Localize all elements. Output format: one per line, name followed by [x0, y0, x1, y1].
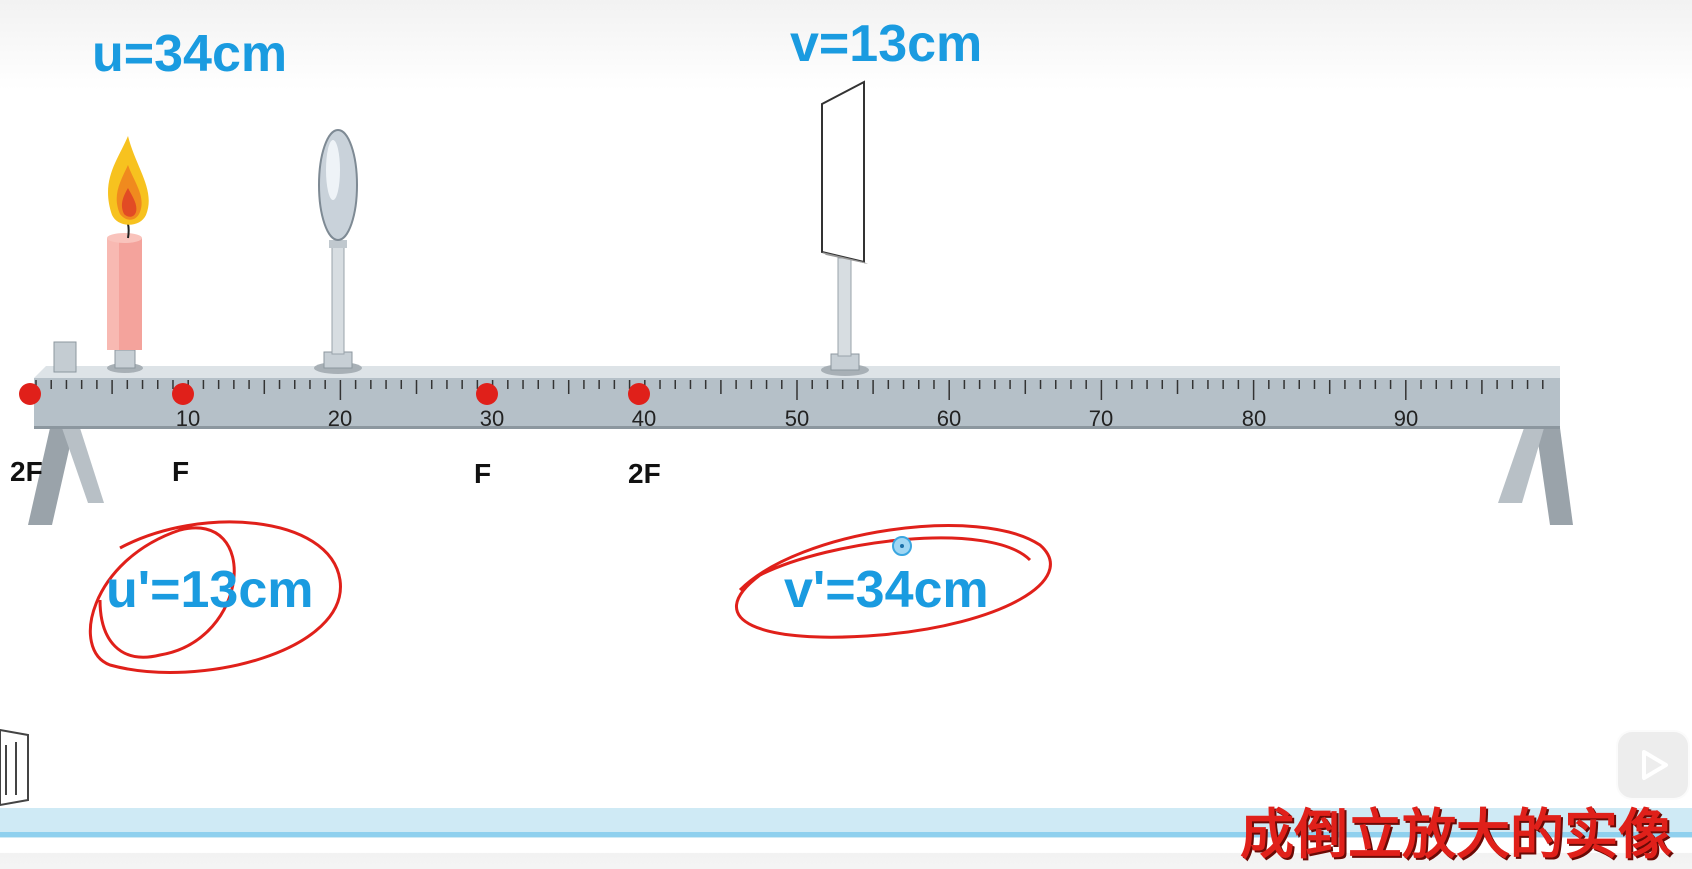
focal-label-2f-left: 2F	[10, 456, 43, 487]
bench-end-post	[53, 341, 77, 373]
marker-f-right	[476, 383, 498, 405]
corner-decor	[0, 728, 29, 807]
marker-2f-right	[628, 383, 650, 405]
bench-leg-right	[1498, 428, 1573, 525]
tick-label-30: 30	[479, 406, 505, 431]
marker-f-left	[172, 383, 194, 405]
bench-top	[34, 366, 1560, 378]
tick-label-60: 60	[936, 406, 962, 431]
new-object-distance-label: u'=13cm	[106, 561, 314, 619]
tick-label-90: 90	[1393, 406, 1419, 431]
tick-label-70: 70	[1088, 406, 1114, 431]
focal-label-f-left: F	[172, 456, 190, 487]
play-button[interactable]	[1616, 730, 1690, 800]
focal-label-f-right: F	[474, 458, 492, 489]
candle	[107, 136, 149, 373]
tick-label-40: 40	[631, 406, 657, 431]
tick-label-80: 80	[1241, 406, 1267, 431]
tick-label-10: 10	[175, 406, 201, 431]
light-screen	[821, 80, 869, 376]
tick-label-20: 20	[327, 406, 353, 431]
tick-label-50: 50	[784, 406, 810, 431]
conclusion-text: 成倒立放大的实像	[1240, 803, 1672, 866]
object-distance-label: u=34cm	[92, 25, 288, 83]
focal-label-2f-right: 2F	[628, 458, 661, 489]
play-icon	[1642, 750, 1668, 780]
convex-lens	[314, 129, 362, 374]
optical-bench-scene	[0, 80, 1692, 838]
new-image-distance-label: v'=34cm	[784, 561, 989, 619]
marker-2f-left	[19, 383, 41, 405]
image-distance-label: v=13cm	[790, 15, 983, 73]
